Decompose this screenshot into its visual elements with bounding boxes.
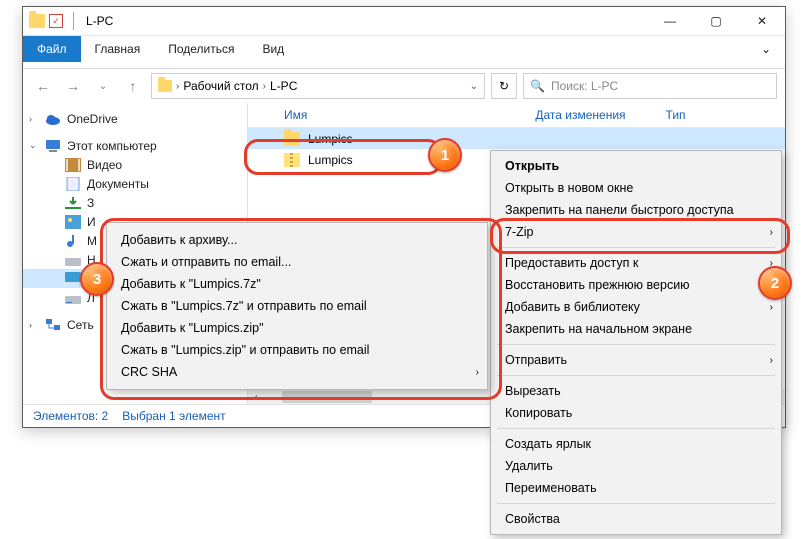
ctx-shortcut[interactable]: Создать ярлык: [491, 433, 781, 455]
drive-icon: [65, 253, 81, 267]
ctx-pin-start[interactable]: Закрепить на начальном экране: [491, 318, 781, 340]
ctx-give-access[interactable]: Предоставить доступ к›: [491, 252, 781, 274]
close-button[interactable]: ✕: [739, 7, 785, 35]
tab-share[interactable]: Поделиться: [154, 36, 248, 62]
ctx-open[interactable]: Открыть: [491, 155, 781, 177]
sidebar-item-downloads[interactable]: З: [23, 193, 247, 212]
desktop-icon: [65, 272, 81, 286]
window-title: L-PC: [86, 14, 113, 28]
picture-icon: [65, 215, 81, 229]
ctx-properties[interactable]: Свойства: [491, 508, 781, 530]
nav-up-button[interactable]: ↑: [121, 74, 145, 98]
column-name[interactable]: Имя: [284, 108, 307, 122]
ctx-copy[interactable]: Копировать: [491, 402, 781, 424]
file-name: Lumpics: [308, 132, 353, 146]
sidebar-item-videos[interactable]: Видео: [23, 155, 247, 174]
drive-icon: [65, 291, 81, 305]
nav-history-button[interactable]: ⌄: [91, 74, 115, 98]
scroll-left-button[interactable]: ‹: [248, 389, 264, 405]
sub-add-zip[interactable]: Добавить к "Lumpics.zip": [107, 317, 487, 339]
chevron-right-icon: ›: [476, 367, 479, 378]
tab-main[interactable]: Главная: [81, 36, 155, 62]
file-name: Lumpics: [308, 153, 353, 167]
addressbar[interactable]: › Рабочий стол › L-PC ⌄: [151, 73, 485, 99]
ctx-cut[interactable]: Вырезать: [491, 380, 781, 402]
navbar: ← → ⌄ ↑ › Рабочий стол › L-PC ⌄ ↻ 🔍 Поис…: [23, 69, 785, 103]
maximize-button[interactable]: ▢: [693, 7, 739, 35]
status-count: Элементов: 2: [33, 409, 108, 423]
column-headers[interactable]: Имя Дата изменения Тип: [248, 103, 785, 128]
address-dropdown-button[interactable]: ⌄: [470, 81, 478, 92]
breadcrumb[interactable]: L-PC: [270, 79, 297, 93]
sidebar-item-this-pc[interactable]: ⌄Этот компьютер: [23, 136, 247, 155]
pin-1: 1: [428, 138, 462, 172]
cloud-icon: [45, 112, 61, 126]
search-icon: 🔍: [530, 79, 545, 93]
chevron-right-icon: ›: [176, 81, 179, 92]
7zip-submenu: Добавить к архиву... Сжать и отправить п…: [106, 222, 488, 390]
table-row[interactable]: Lumpics: [248, 128, 785, 149]
column-type[interactable]: Тип: [666, 108, 686, 122]
chevron-right-icon: ›: [770, 227, 773, 238]
chevron-right-icon: ›: [263, 81, 266, 92]
status-selected: Выбран 1 элемент: [122, 409, 225, 423]
music-icon: [65, 234, 81, 248]
sub-crc-sha[interactable]: CRC SHA›: [107, 361, 487, 383]
pin-3: 3: [80, 262, 114, 296]
pc-icon: [45, 139, 61, 153]
download-icon: [65, 196, 81, 210]
folder-icon: [284, 132, 300, 146]
ribbon-expand-button[interactable]: ⌄: [747, 36, 785, 62]
breadcrumb[interactable]: Рабочий стол: [183, 79, 258, 93]
ctx-add-library[interactable]: Добавить в библиотеку›: [491, 296, 781, 318]
chevron-right-icon: ›: [770, 302, 773, 313]
context-menu: Открыть Открыть в новом окне Закрепить н…: [490, 150, 782, 535]
ctx-open-new-window[interactable]: Открыть в новом окне: [491, 177, 781, 199]
ctx-delete[interactable]: Удалить: [491, 455, 781, 477]
ctx-restore-version[interactable]: Восстановить прежнюю версию: [491, 274, 781, 296]
ctx-rename[interactable]: Переименовать: [491, 477, 781, 499]
sub-compress-email[interactable]: Сжать и отправить по email...: [107, 251, 487, 273]
zip-icon: [284, 153, 300, 167]
ctx-pin-quick-access[interactable]: Закрепить на панели быстрого доступа: [491, 199, 781, 221]
nav-back-button[interactable]: ←: [31, 74, 55, 98]
video-icon: [65, 158, 81, 172]
chevron-right-icon: ›: [770, 355, 773, 366]
tab-file[interactable]: Файл: [23, 36, 81, 62]
minimize-button[interactable]: —: [647, 7, 693, 35]
search-placeholder: Поиск: L-PC: [551, 79, 618, 93]
titlebar: ✓ L-PC — ▢ ✕: [23, 7, 785, 35]
qat-button[interactable]: ✓: [50, 15, 62, 27]
document-icon: [65, 177, 81, 191]
folder-icon: [158, 80, 172, 92]
network-icon: [45, 318, 61, 332]
search-input[interactable]: 🔍 Поиск: L-PC: [523, 73, 777, 99]
app-icon: [29, 14, 45, 28]
scroll-thumb[interactable]: [282, 391, 372, 403]
column-date[interactable]: Дата изменения: [535, 108, 625, 122]
tab-view[interactable]: Вид: [248, 36, 298, 62]
sub-add-archive[interactable]: Добавить к архиву...: [107, 229, 487, 251]
pin-2: 2: [758, 266, 792, 300]
sub-add-7z[interactable]: Добавить к "Lumpics.7z": [107, 273, 487, 295]
sidebar-item-documents[interactable]: Документы: [23, 174, 247, 193]
sub-compress-zip-email[interactable]: Сжать в "Lumpics.zip" и отправить по ema…: [107, 339, 487, 361]
ctx-7zip[interactable]: 7-Zip›: [491, 221, 781, 243]
sidebar-item-onedrive[interactable]: ›OneDrive: [23, 109, 247, 128]
ctx-send-to[interactable]: Отправить›: [491, 349, 781, 371]
refresh-button[interactable]: ↻: [491, 73, 517, 99]
nav-forward-button[interactable]: →: [61, 74, 85, 98]
ribbon-tabs: Файл Главная Поделиться Вид ⌄: [23, 35, 785, 62]
sub-compress-7z-email[interactable]: Сжать в "Lumpics.7z" и отправить по emai…: [107, 295, 487, 317]
